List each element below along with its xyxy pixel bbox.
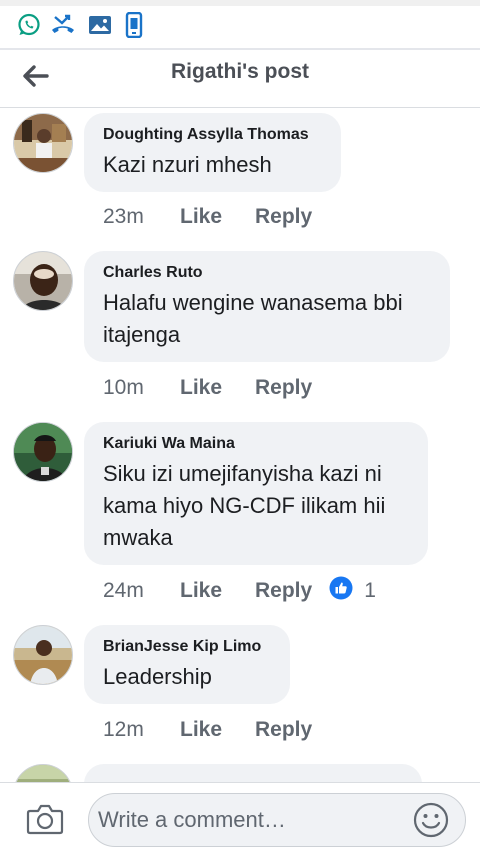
camera-icon[interactable] [26,801,64,837]
like-button[interactable]: Like [180,205,255,229]
avatar[interactable] [13,625,73,685]
comment-actions: 10m Like Reply [103,373,312,403]
phone-screen-icon [121,12,147,38]
reply-button[interactable]: Reply [255,376,312,400]
comment-input[interactable] [88,793,466,847]
comment-text: Kazi nzuri mhesh [103,152,272,177]
comment-author[interactable]: Charles Ruto [103,263,430,283]
avatar[interactable] [13,764,73,782]
missed-call-icon [50,12,76,38]
avatar[interactable] [13,113,73,173]
comment-time: 24m [103,579,144,602]
comment-time: 12m [103,718,144,741]
comment-author[interactable]: Doughting Assylla Thomas [103,125,321,145]
comment-bubble: Charles Ruto Halafu wengine wanasema bbi… [84,251,450,362]
like-button[interactable]: Like [180,376,255,400]
comment-text: Leadership [103,664,212,689]
comment-bubble: Kariuki Wa Maina Siku izi umejifanyisha … [84,422,428,565]
comment-bubble: BrianJesse Kip Limo Leadership [84,625,290,704]
comment-actions: 12m Like Reply [103,715,312,745]
thumbs-up-icon [329,576,353,606]
reaction-summary[interactable]: 1 [329,576,376,606]
post-header: Rigathi's post [0,50,480,108]
comment-author[interactable]: Kariuki Wa Maina [103,434,408,454]
comment-bubble: Doughting Assylla Thomas Kazi nzuri mhes… [84,113,341,192]
comment-actions: 24m Like Reply 1 [103,576,376,606]
reaction-count: 1 [364,579,376,602]
like-button[interactable]: Like [180,579,255,603]
comment-actions: 23m Like Reply [103,202,312,232]
status-bar-edge [0,0,480,6]
avatar[interactable] [13,422,73,482]
avatar[interactable] [13,251,73,311]
gallery-icon [87,12,113,38]
reply-button[interactable]: Reply [255,205,312,229]
comment-composer [0,782,480,854]
whatsapp-icon [16,12,42,38]
reply-button[interactable]: Reply [255,718,312,742]
comment-time: 10m [103,376,144,399]
comment-bubble [84,764,422,782]
like-button[interactable]: Like [180,718,255,742]
comment-text: Halafu wengine wanasema bbi itajenga [103,290,403,347]
comment-author[interactable]: BrianJesse Kip Limo [103,637,270,657]
comment-text: Siku izi umejifanyisha kazi ni kama hiyo… [103,461,386,550]
page-title: Rigathi's post [171,60,309,83]
comment-time: 23m [103,205,144,228]
emoji-icon[interactable] [412,801,450,839]
reply-button[interactable]: Reply [255,579,312,603]
comment-list: Doughting Assylla Thomas Kazi nzuri mhes… [0,108,480,782]
status-bar [0,0,480,50]
